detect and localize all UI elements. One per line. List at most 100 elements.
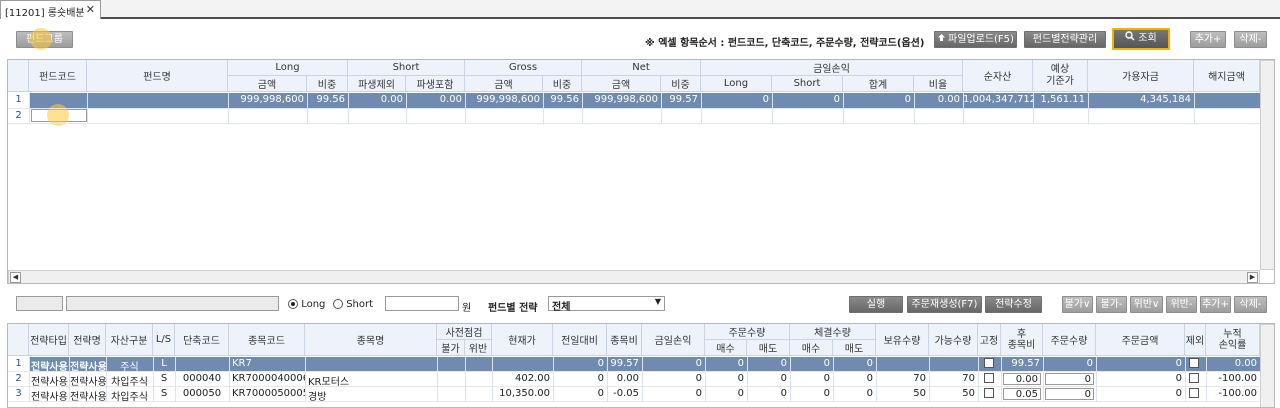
horizontal-scrollbar[interactable]: ◀ ▶ bbox=[8, 270, 1260, 283]
exclude-checkbox[interactable] bbox=[1189, 373, 1201, 384]
col-fund-name[interactable]: 펀드명 bbox=[87, 60, 228, 92]
fund-strategy-value: 전체 bbox=[552, 302, 571, 313]
col-cancel-amount[interactable]: 해지금액 bbox=[1194, 60, 1260, 92]
short-radio[interactable]: Short bbox=[333, 299, 373, 310]
table-row[interactable]: 999,998,600 99.56 0.00 0.00 999,998,600 … bbox=[8, 93, 1260, 108]
col-short-code[interactable]: 단축코드 bbox=[175, 324, 229, 356]
impossible-remove-button[interactable]: 불가- bbox=[1096, 296, 1127, 313]
col-weight[interactable]: 종목비 bbox=[607, 324, 642, 356]
col-price[interactable]: 현재가 bbox=[492, 324, 553, 356]
col-ls[interactable]: L/S bbox=[153, 324, 175, 356]
fixed-checkbox[interactable] bbox=[984, 388, 996, 399]
cell-short-code: 000050 bbox=[182, 388, 222, 399]
col-net-ratio[interactable]: 비중 bbox=[661, 76, 701, 92]
row-header-corner bbox=[8, 60, 29, 92]
strategy-order-grid[interactable]: 전략타입 전략명 자산구분 L/S 단축코드 종목코드 종목명 사전점검 불가 … bbox=[7, 323, 1275, 408]
col-precheck-impossible[interactable]: 불가 bbox=[437, 340, 465, 356]
exclude-checkbox[interactable] bbox=[1189, 388, 1201, 399]
col-net-amount[interactable]: 금액 bbox=[582, 76, 661, 92]
col-fund-code[interactable]: 펀드코드 bbox=[29, 60, 87, 92]
cell-ls: S bbox=[160, 388, 168, 399]
col-hold-qty[interactable]: 보유수량 bbox=[876, 324, 929, 356]
col-after-weight[interactable]: 후 종목비 bbox=[1001, 324, 1043, 356]
col-asset-type[interactable]: 자산구분 bbox=[106, 324, 153, 356]
col-divider bbox=[963, 93, 964, 124]
impossible-filter-button[interactable]: 불가∨ bbox=[1062, 296, 1093, 313]
table-row[interactable]: 3 전략사용 전략사용 차입주식 S 000050 KR7000050005 경… bbox=[8, 387, 1260, 403]
col-short-incl[interactable]: 파생포함 bbox=[406, 76, 465, 92]
col-fixed[interactable]: 고정 bbox=[978, 324, 1001, 356]
long-radio[interactable]: Long bbox=[288, 299, 325, 310]
violation-remove-button[interactable]: 위반- bbox=[1166, 296, 1197, 313]
fixed-checkbox[interactable] bbox=[984, 373, 996, 384]
col-long-ratio[interactable]: 비중 bbox=[307, 76, 348, 92]
order-regenerate-button[interactable]: 주문재생성(F7) bbox=[907, 296, 982, 313]
col-precheck-violation[interactable]: 위반 bbox=[465, 340, 492, 356]
col-exec-buy[interactable]: 매수 bbox=[790, 340, 833, 356]
fund-code-field[interactable] bbox=[16, 296, 63, 311]
order-qty-input[interactable]: 0 bbox=[1045, 373, 1094, 385]
cell-price: 402.00 bbox=[515, 373, 550, 384]
cell-after-weight: 99.57 bbox=[1011, 358, 1040, 369]
col-exclude[interactable]: 제외 bbox=[1185, 324, 1206, 356]
col-exec-sell[interactable]: 매도 bbox=[833, 340, 876, 356]
col-gross-ratio[interactable]: 비중 bbox=[543, 76, 582, 92]
violation-filter-button[interactable]: 위반∨ bbox=[1130, 296, 1163, 313]
scroll-right-icon[interactable]: ▶ bbox=[1247, 272, 1258, 283]
fund-strategy-manage-button[interactable]: 펀드별전략관리 bbox=[1024, 31, 1106, 48]
col-today-pl[interactable]: 금일손익 bbox=[642, 324, 705, 356]
col-item-name[interactable]: 종목명 bbox=[305, 324, 437, 356]
col-order-qty[interactable]: 주문수량 bbox=[1043, 324, 1096, 356]
tab-longshort[interactable]: [11201] 롱숏배분 ✕ bbox=[0, 0, 101, 19]
excel-order-note: ※ 엑셀 항목순서 : 펀드코드, 단축코드, 주문수량, 전략코드(옵션) bbox=[645, 38, 925, 49]
search-button[interactable]: 조회 bbox=[1112, 28, 1170, 50]
col-short-excl[interactable]: 파생제외 bbox=[348, 76, 406, 92]
delete-row-button[interactable]: 삭제- bbox=[1234, 296, 1267, 313]
cell-gross-amount: 999,998,600 bbox=[476, 94, 540, 105]
add-button[interactable]: 추가+ bbox=[1190, 31, 1226, 48]
fixed-checkbox[interactable] bbox=[984, 358, 996, 369]
col-pl-sum[interactable]: 합계 bbox=[843, 76, 914, 92]
col-change[interactable]: 전일대비 bbox=[553, 324, 607, 356]
run-button[interactable]: 실행 bbox=[849, 296, 903, 313]
col-cum-rate[interactable]: 누적 손익률 bbox=[1206, 324, 1260, 356]
col-order-buy[interactable]: 매수 bbox=[705, 340, 747, 356]
col-gross-amount[interactable]: 금액 bbox=[465, 76, 543, 92]
col-divider bbox=[701, 93, 702, 124]
col-pl-rate[interactable]: 비율 bbox=[914, 76, 963, 92]
col-pl-long[interactable]: Long bbox=[701, 76, 772, 92]
col-long-amount[interactable]: 금액 bbox=[228, 76, 307, 92]
col-strategy-name[interactable]: 전략명 bbox=[69, 324, 106, 356]
fund-strategy-select[interactable]: 전체 ▼ bbox=[548, 296, 665, 313]
col-divider bbox=[437, 357, 438, 402]
after-weight-input[interactable]: 0.00 bbox=[1003, 373, 1041, 385]
table-row[interactable]: 2 전략사용 전략사용 차입주식 S 000040 KR7000040006 K… bbox=[8, 372, 1260, 388]
col-strategy-type[interactable]: 전략타입 bbox=[29, 324, 69, 356]
col-avail-qty[interactable]: 가능수량 bbox=[929, 324, 978, 356]
amount-input[interactable] bbox=[385, 296, 459, 311]
col-order-sell[interactable]: 매도 bbox=[747, 340, 790, 356]
table-row[interactable]: 1 전략사용 전략사용 주식 L KR7 0 99.57 0 0 0 0 0 9… bbox=[8, 357, 1260, 373]
fund-grid[interactable]: 펀드코드 펀드명 Long Short Gross Net 금일손익 순자산 예… bbox=[7, 59, 1275, 284]
col-order-amount[interactable]: 주문금액 bbox=[1096, 324, 1185, 356]
order-qty-input[interactable]: 0 bbox=[1045, 388, 1094, 400]
fund-name-field[interactable] bbox=[66, 296, 279, 311]
vertical-scrollbar[interactable] bbox=[1260, 324, 1274, 407]
vertical-scrollbar[interactable] bbox=[1260, 60, 1274, 270]
col-net-asset[interactable]: 순자산 bbox=[963, 60, 1033, 92]
after-weight-input[interactable]: 0.05 bbox=[1003, 388, 1041, 400]
col-available-cash[interactable]: 가용자금 bbox=[1088, 60, 1194, 92]
col-item-code[interactable]: 종목코드 bbox=[229, 324, 305, 356]
scroll-left-icon[interactable]: ◀ bbox=[10, 272, 21, 283]
exclude-checkbox[interactable] bbox=[1189, 358, 1201, 369]
delete-button[interactable]: 삭제- bbox=[1234, 31, 1267, 48]
strategy-edit-button[interactable]: 전략수정 bbox=[985, 296, 1042, 313]
col-divider bbox=[153, 357, 154, 402]
col-pl-short[interactable]: Short bbox=[772, 76, 843, 92]
add-row-button[interactable]: 추가+ bbox=[1200, 296, 1231, 313]
close-icon[interactable]: ✕ bbox=[86, 3, 95, 16]
col-divider bbox=[1088, 93, 1089, 124]
row-header-corner bbox=[8, 324, 29, 356]
file-upload-button[interactable]: 파일업로드(F5) bbox=[934, 31, 1017, 48]
col-expected-nav[interactable]: 예상 기준가 bbox=[1033, 60, 1088, 92]
